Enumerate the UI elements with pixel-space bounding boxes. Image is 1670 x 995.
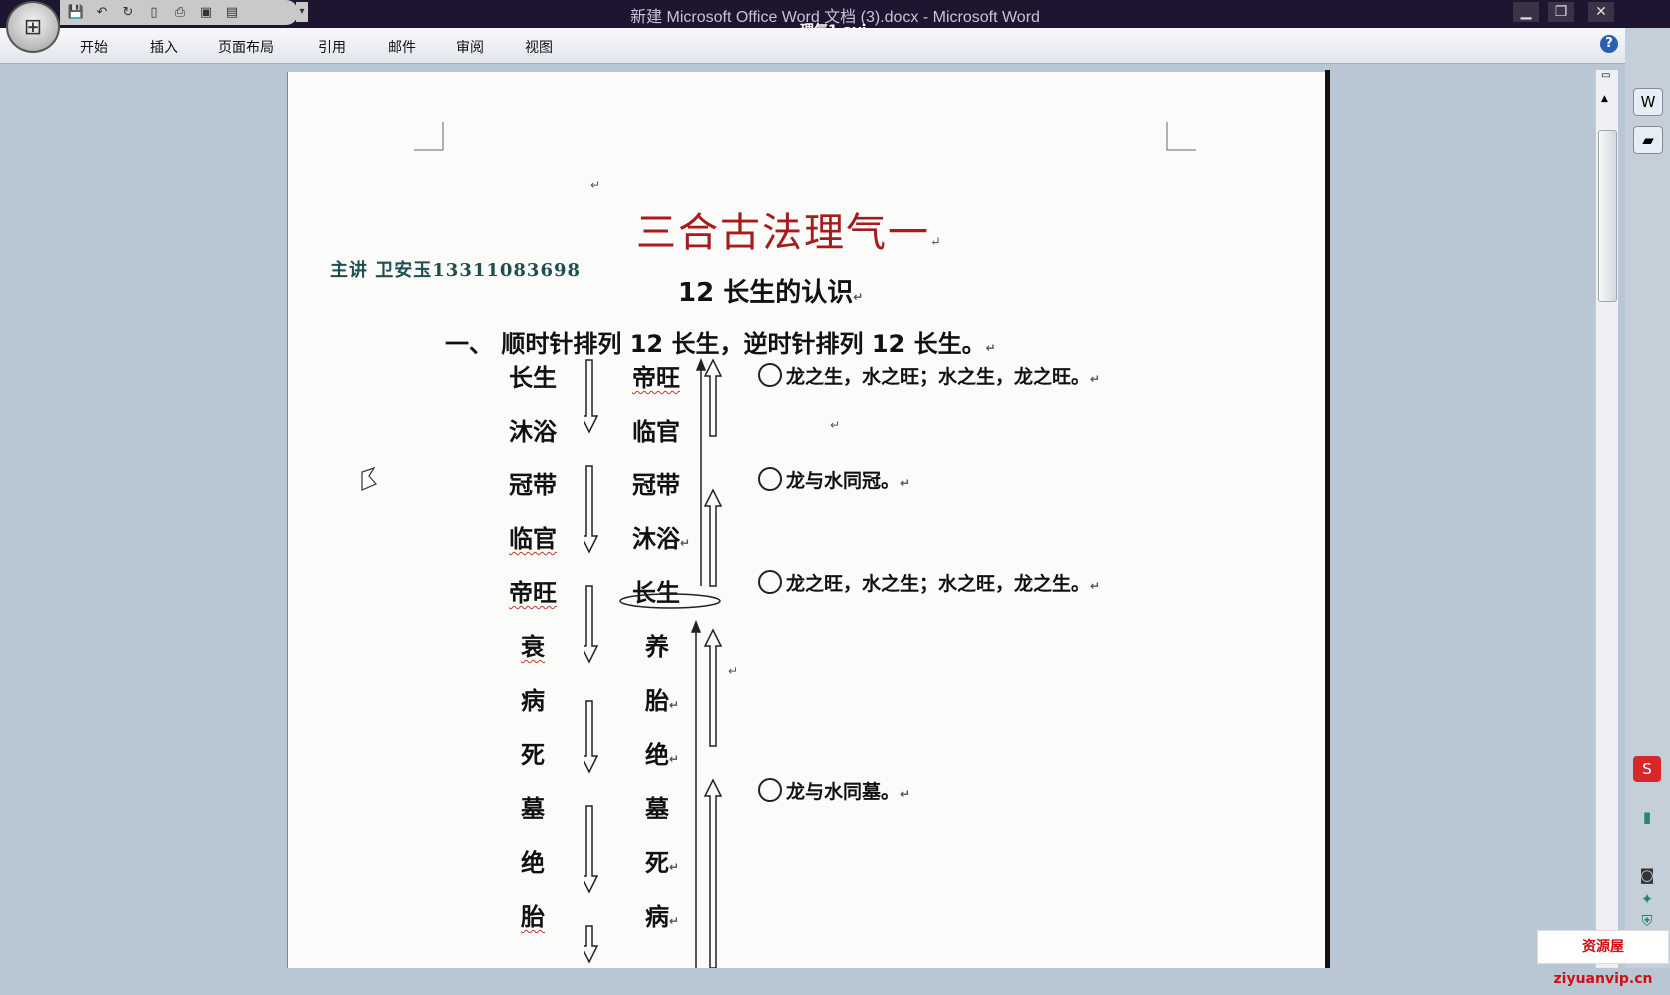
left-item-2[interactable]: 沐浴 [509, 412, 557, 447]
left-item-3[interactable]: 冠带 [509, 465, 557, 500]
folder-icon[interactable]: ▰ [1633, 126, 1663, 154]
down-arrow-1 [584, 359, 599, 434]
vertical-scrollbar[interactable]: ▭ ▲ [1595, 70, 1618, 968]
down-arrow-5 [584, 805, 599, 894]
margin-corner-top-right [1166, 122, 1196, 151]
document-page[interactable]: ↵ 三合古法理气一↵ 主讲 卫安玉13311083698 12 长生的认识↵ 一… [287, 72, 1326, 968]
office-button[interactable]: ⊞ [6, 1, 60, 53]
tab-review[interactable]: 审阅 [456, 37, 484, 57]
left-item-10[interactable]: 绝 [521, 843, 545, 878]
document-subtitle[interactable]: 12 长生的认识↵ [678, 272, 863, 309]
left-item-5[interactable]: 帝旺 [509, 573, 557, 608]
circle-icon [758, 467, 782, 491]
note-4[interactable]: 龙与水同墓。↵ [758, 777, 910, 804]
left-item-7[interactable]: 病 [521, 681, 545, 716]
down-arrow-4 [584, 700, 599, 774]
note-1[interactable]: 龙之生，水之旺；水之生，龙之旺。↵ [758, 362, 1100, 389]
speaker-line[interactable]: 主讲 卫安玉13311083698 [330, 256, 581, 282]
paragraph-mark: ↵ [830, 418, 841, 432]
tab-mailings[interactable]: 邮件 [388, 37, 416, 57]
camera-icon[interactable]: ◙ [1633, 862, 1661, 888]
down-arrow-2 [584, 465, 599, 554]
watermark: 资源屋ziyuanvip.cn [1537, 930, 1669, 987]
left-item-4[interactable]: 临官 [509, 519, 557, 554]
note-3[interactable]: 龙之旺，水之生；水之旺，龙之生。↵ [758, 569, 1100, 596]
circle-icon [758, 570, 782, 594]
left-item-8[interactable]: 死 [521, 735, 545, 770]
circle-icon [758, 778, 782, 802]
document-title[interactable]: 三合古法理气一↵ [636, 200, 943, 258]
note-2[interactable]: 龙与水同冠。↵ [758, 466, 910, 493]
section-heading[interactable]: 一、 顺时针排列 12 长生，逆时针排列 12 长生。↵ [445, 324, 996, 359]
tab-home[interactable]: 开始 [80, 37, 108, 57]
oval-shape [619, 593, 721, 609]
tab-insert[interactable]: 插入 [150, 37, 178, 57]
up-arrow-2 [703, 488, 723, 587]
paragraph-mark: ↵ [728, 664, 739, 678]
mouse-cursor-icon [361, 466, 377, 491]
up-arrow-3 [703, 628, 723, 747]
close-button[interactable]: ✕ [1588, 2, 1614, 22]
circle-icon [758, 363, 782, 387]
up-arrow-1 [703, 358, 723, 437]
s-logo-icon[interactable]: S [1633, 756, 1661, 782]
ribbon: 开始 插入 页面布局 引用 邮件 审阅 视图 ? [0, 28, 1670, 64]
down-arrow-6 [584, 925, 599, 964]
side-toolbar: W ▰ S ▮ ◙ ✦ ⛨ [1625, 28, 1670, 968]
paragraph-mark: ↵ [590, 178, 601, 192]
margin-corner-top-left [414, 122, 444, 151]
minimize-button[interactable]: ▁ [1513, 2, 1539, 22]
left-item-9[interactable]: 墓 [521, 789, 545, 824]
help-icon[interactable]: ? [1600, 35, 1618, 53]
tab-view[interactable]: 视图 [525, 37, 553, 57]
tab-page-layout[interactable]: 页面布局 [218, 37, 274, 57]
tab-references[interactable]: 引用 [318, 37, 346, 57]
down-arrow-3 [584, 585, 599, 664]
left-item-11[interactable]: 胎 [521, 897, 545, 932]
battery-icon[interactable]: ▮ [1633, 804, 1661, 830]
office-logo-icon: ⊞ [23, 14, 43, 40]
left-item-1[interactable]: 长生 [509, 358, 557, 393]
scroll-up-icon[interactable]: ▲ [1601, 94, 1608, 104]
arrows-diagram [584, 357, 723, 968]
restore-button[interactable]: ❐ [1548, 2, 1574, 22]
word-doc-icon[interactable]: W [1633, 88, 1663, 116]
left-item-6[interactable]: 衰 [521, 627, 545, 662]
page-edge [1325, 70, 1330, 968]
up-arrow-4 [703, 778, 723, 968]
ruler-toggle-icon[interactable]: ▭ [1601, 70, 1610, 81]
scroll-thumb[interactable] [1598, 130, 1617, 302]
